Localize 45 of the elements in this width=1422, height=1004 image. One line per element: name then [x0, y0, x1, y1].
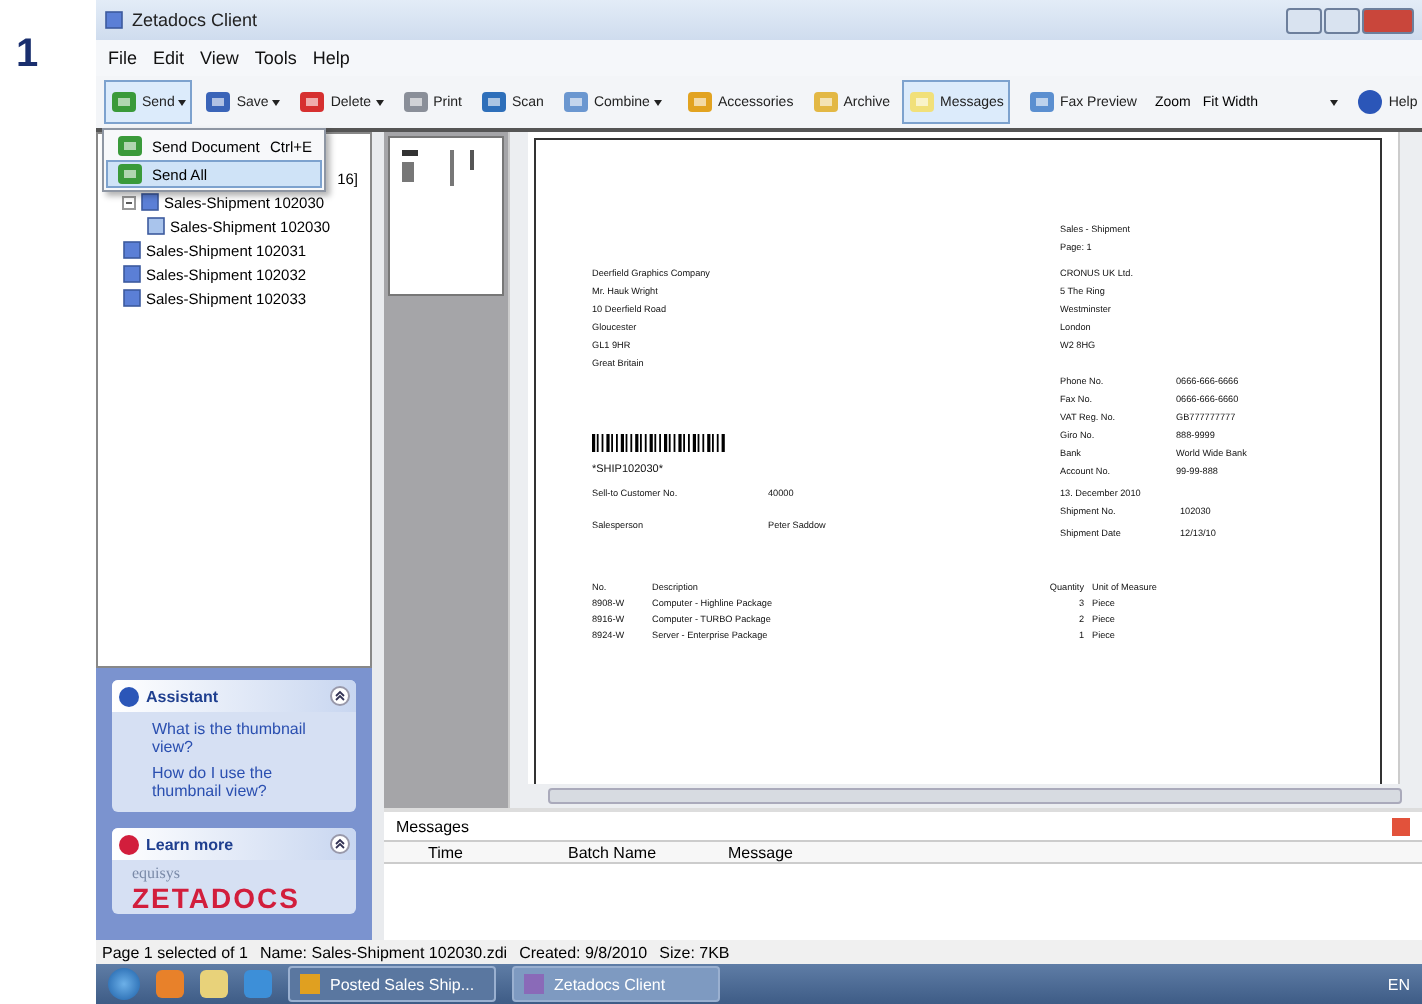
step-number: 1: [14, 30, 41, 80]
caret-icon: [375, 99, 384, 105]
scrollbar[interactable]: [508, 132, 528, 808]
document-icon: [146, 216, 166, 236]
panel-title: Messages: [396, 817, 469, 835]
collapse-icon[interactable]: [330, 686, 350, 706]
start-button[interactable]: [108, 968, 140, 1000]
maximize-button[interactable]: [1324, 7, 1360, 33]
status-text: Size: 7KB: [659, 943, 730, 961]
menu-item[interactable]: View: [200, 48, 239, 68]
app-icon: [298, 972, 322, 996]
app-icon: [522, 972, 546, 996]
menu-item[interactable]: Help: [312, 48, 350, 68]
column-header[interactable]: Time: [428, 843, 568, 861]
minimize-button[interactable]: [1286, 7, 1322, 33]
status-text: Page 1 selected of 1: [102, 943, 248, 961]
help-link[interactable]: What is the thumbnail view?: [152, 720, 336, 756]
brand-tagline: equisys: [132, 864, 182, 882]
caret-icon: [272, 99, 281, 105]
barcode: [592, 434, 728, 452]
panel-title: Assistant: [146, 687, 219, 705]
menu-item[interactable]: Edit: [153, 48, 185, 68]
column-header[interactable]: Batch Name: [568, 843, 728, 861]
taskbar-button[interactable]: Posted Sales Ship...: [288, 966, 496, 1002]
scrollbar[interactable]: [1398, 132, 1422, 784]
menu-item[interactable]: File: [108, 48, 138, 68]
window-title: Zetadocs Client: [132, 10, 258, 30]
status-text: Created: 9/8/2010: [519, 943, 648, 961]
app-icon[interactable]: [156, 970, 184, 998]
column-header[interactable]: Message: [728, 843, 1422, 861]
caret-icon: [178, 99, 187, 105]
menu-item[interactable]: Tools: [254, 48, 297, 68]
panel-title: Learn more: [146, 835, 234, 853]
status-text: Name: Sales-Shipment 102030.zdi: [259, 943, 508, 961]
caret-icon: [653, 99, 662, 105]
close-button[interactable]: [1392, 817, 1410, 835]
language-indicator[interactable]: EN: [1387, 975, 1410, 993]
collapse-icon[interactable]: [330, 834, 350, 854]
close-button[interactable]: [1362, 7, 1414, 33]
brand-logo: ZETADOCS: [132, 882, 302, 914]
collapse-icon[interactable]: [122, 195, 136, 209]
help-link[interactable]: How do I use the thumbnail view?: [152, 764, 336, 800]
caret-icon: [1330, 99, 1339, 105]
scrollbar[interactable]: [528, 784, 1422, 808]
page-thumbnail[interactable]: [388, 136, 504, 296]
